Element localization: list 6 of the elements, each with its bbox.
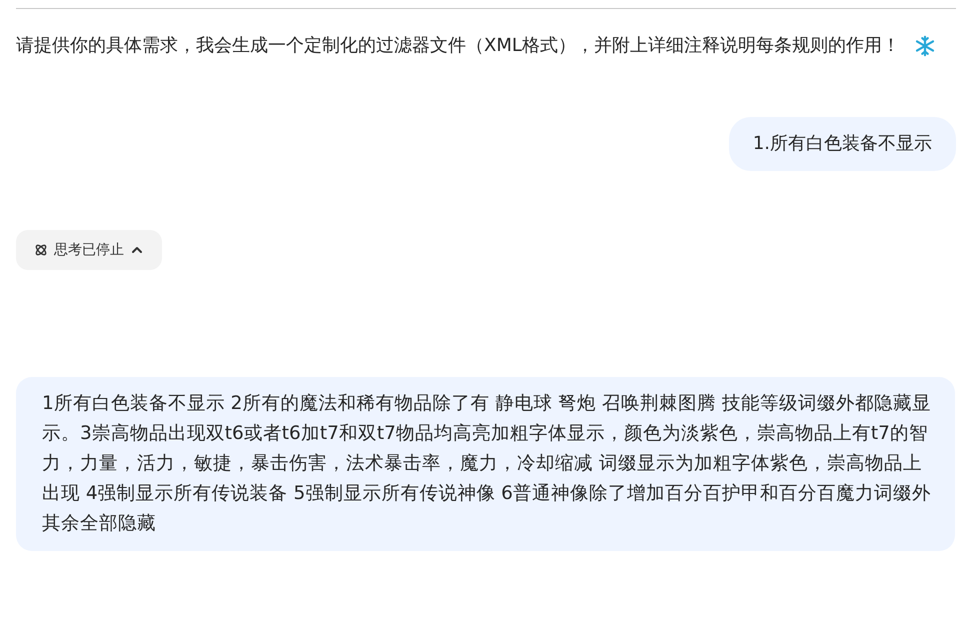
assistant-message: 请提供你的具体需求，我会生成一个定制化的过滤器文件（XML格式），并附上详细注释说明每条规则的作用！ — [16, 29, 946, 63]
user-message: 1所有白色装备不显示 2所有的魔法和稀有物品除了有 静电球 弩炮 召唤荆棘图腾 技能等级词缀外都隐藏显示。3崇高物品出现双t6或者t6加t7和双t7物品均高亮加粗字体显示，颜色为淡紫色，崇高物品上有t7的智力，力量，活力，敏捷，暴击伤害，法术暴击率，魔力，冷却缩减 词缀显示为加粗字体紫色，崇高物品上出现 4强制显示所有传说装备 5强制显示所有传说神像 6普通神像除了增加百分百护甲和百分百魔力词缀外其余全部隐藏 — [16, 377, 955, 551]
user-message: 1.所有白色装备不显示 — [728, 117, 956, 171]
atom-icon — [34, 243, 48, 257]
thinking-toggle[interactable]: 思考已停止 — [16, 230, 162, 270]
snowflake-icon — [914, 35, 936, 58]
